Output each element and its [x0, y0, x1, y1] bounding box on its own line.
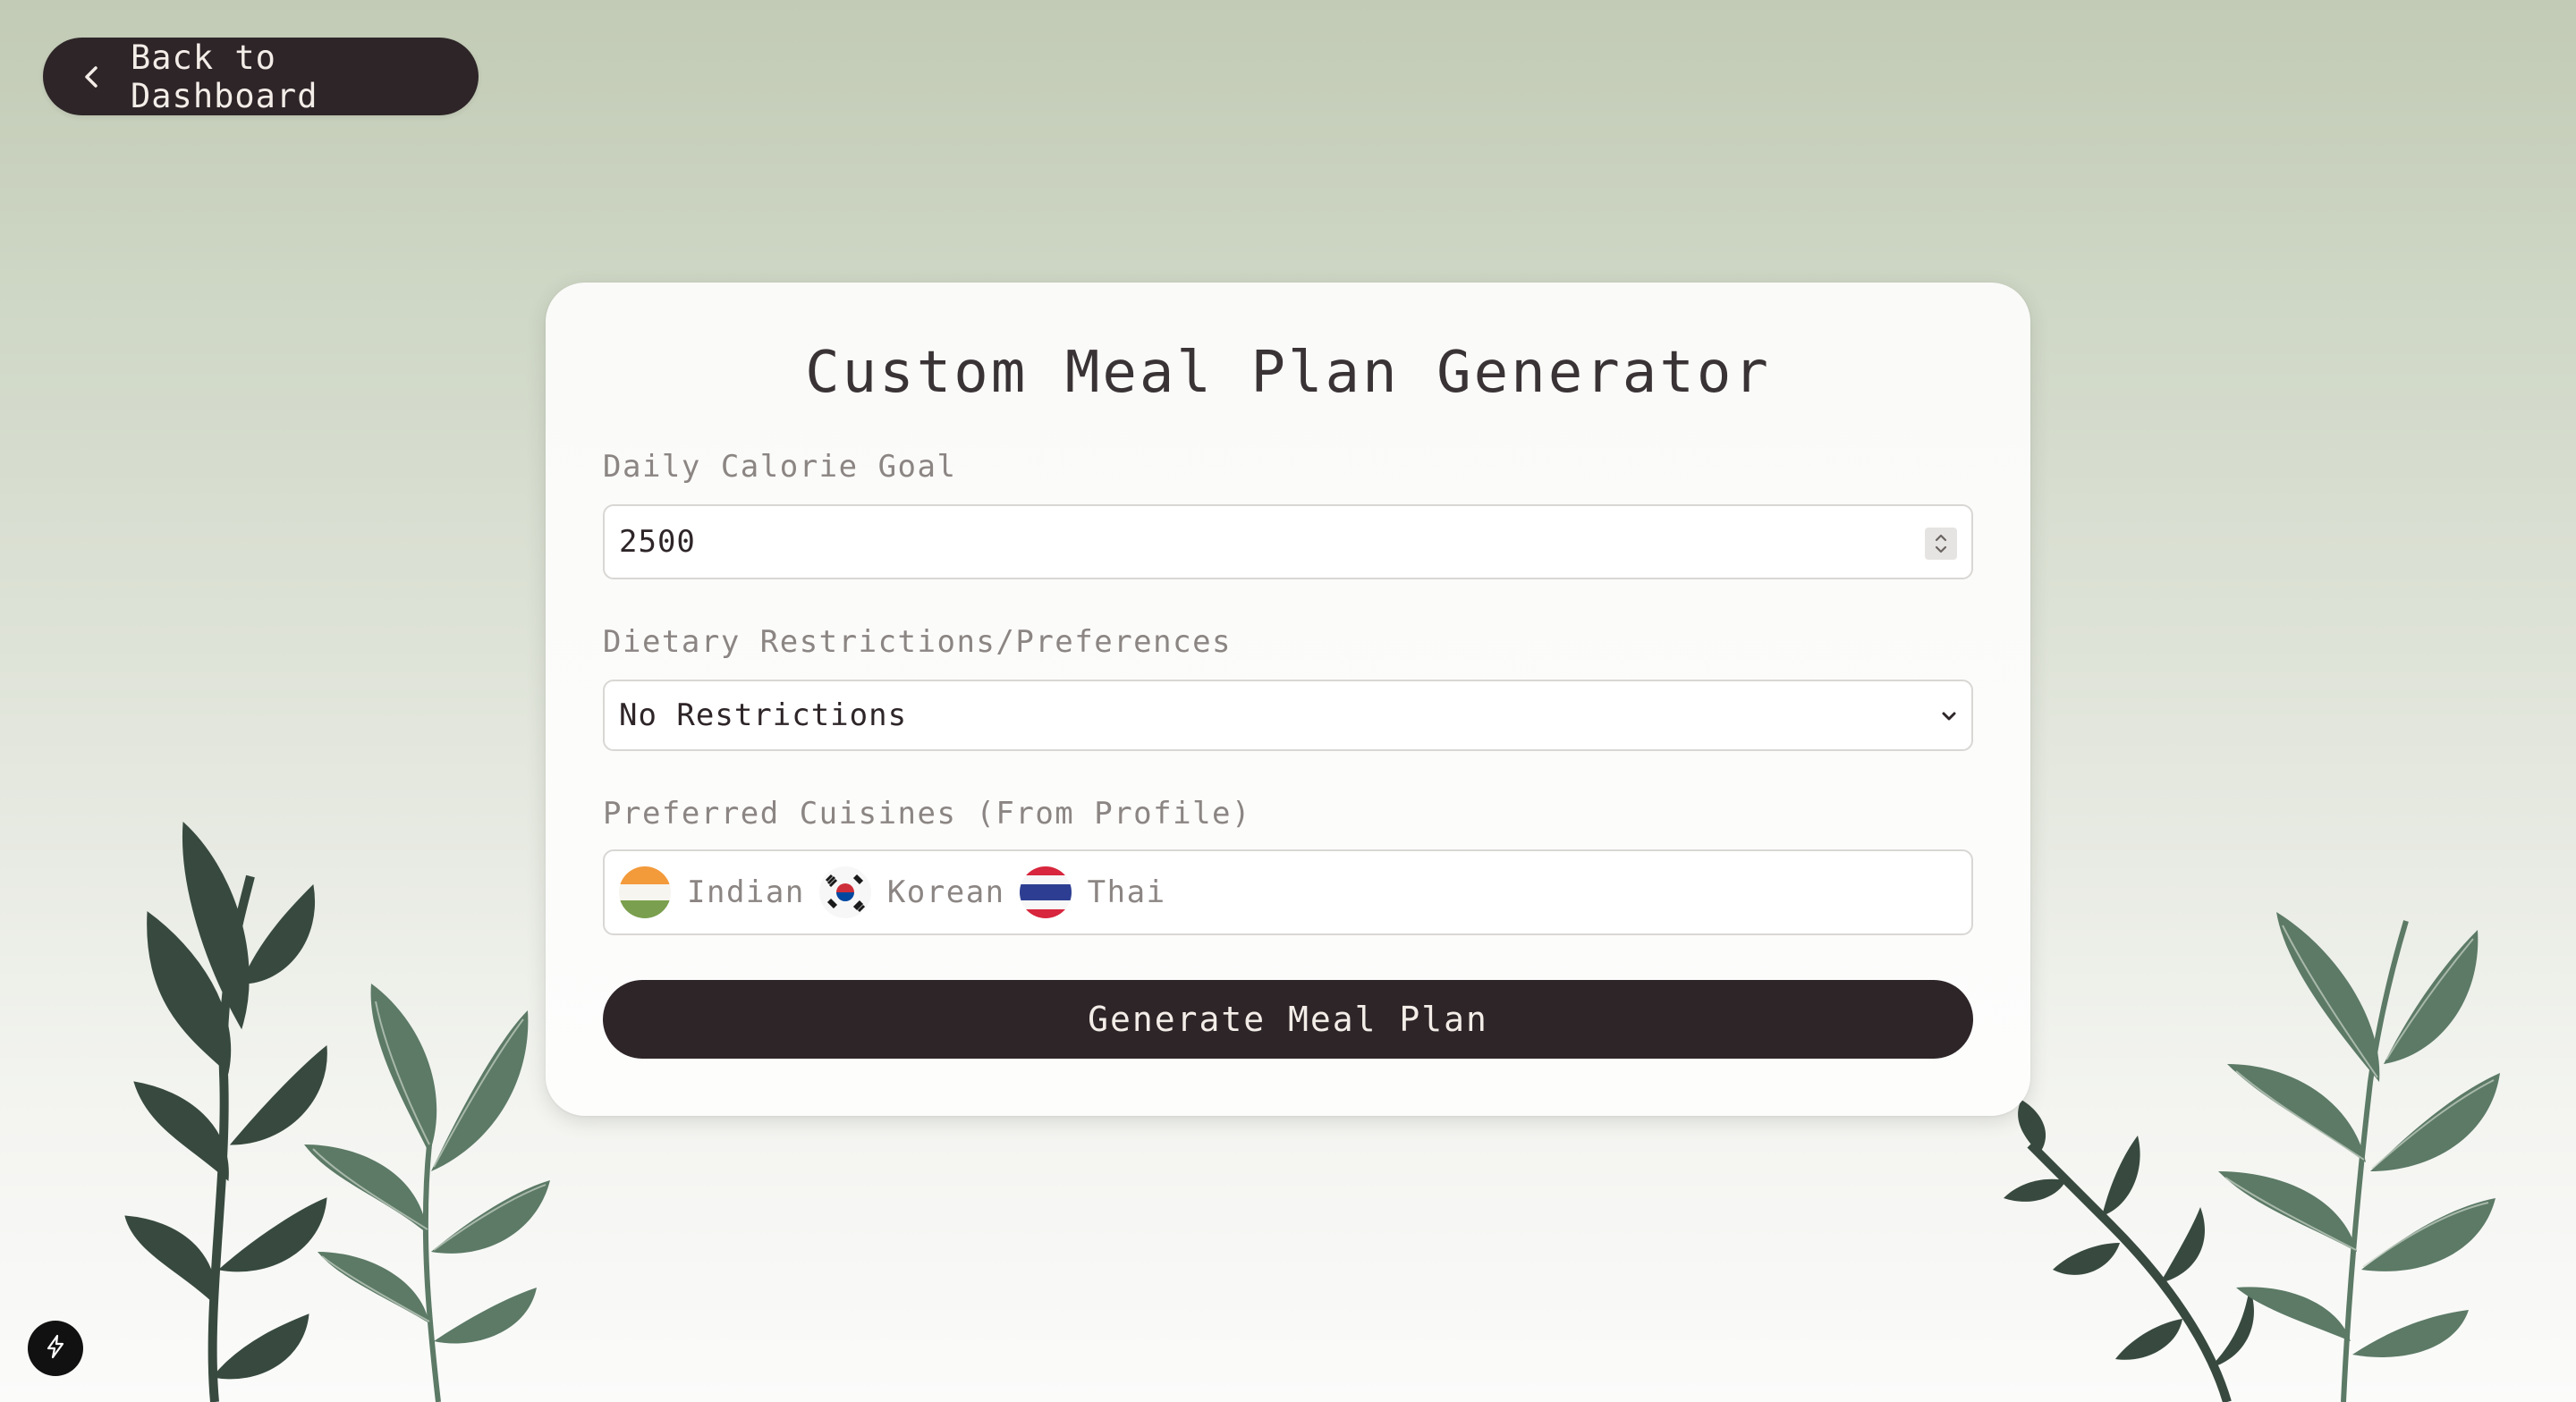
dietary-restrictions-value: No Restrictions [619, 697, 908, 733]
cuisine-label: Indian [687, 874, 805, 910]
plant-illustration-right-light [2218, 912, 2500, 1402]
calorie-goal-value: 2500 [619, 524, 696, 560]
number-spinner-icon[interactable] [1925, 528, 1957, 560]
south-korea-flag-icon [818, 866, 871, 918]
india-flag-icon [619, 866, 671, 918]
dietary-restrictions-select[interactable]: No Restrictions [603, 680, 1973, 751]
back-button-label: Back to Dashboard [131, 38, 318, 115]
chevron-down-icon [1939, 706, 1959, 726]
page-title: Custom Meal Plan Generator [805, 340, 1771, 406]
chevron-left-icon [80, 65, 104, 89]
lightning-icon [42, 1333, 69, 1364]
dev-tools-badge[interactable] [28, 1321, 83, 1376]
cuisine-item-thai: Thai [1019, 866, 1166, 918]
generate-meal-plan-button[interactable]: Generate Meal Plan [603, 980, 1973, 1059]
thailand-flag-icon [1019, 866, 1072, 918]
calorie-goal-label: Daily Calorie Goal [603, 449, 957, 485]
back-to-dashboard-button[interactable]: Back to Dashboard [43, 38, 479, 115]
meal-plan-form-card: Custom Meal Plan Generator Daily Calorie… [546, 283, 2030, 1116]
preferred-cuisines-list: Indian Korean Thai [603, 849, 1973, 935]
calorie-goal-input[interactable]: 2500 [603, 504, 1973, 579]
cuisine-item-indian: Indian [619, 866, 805, 918]
preferred-cuisines-label: Preferred Cuisines (From Profile) [603, 796, 1252, 832]
cuisine-label: Korean [886, 874, 1005, 910]
cuisine-label: Thai [1087, 874, 1166, 910]
plant-illustration-left-light [304, 984, 550, 1402]
dietary-restrictions-label: Dietary Restrictions/Preferences [603, 624, 1233, 660]
cuisine-item-korean: Korean [818, 866, 1005, 918]
